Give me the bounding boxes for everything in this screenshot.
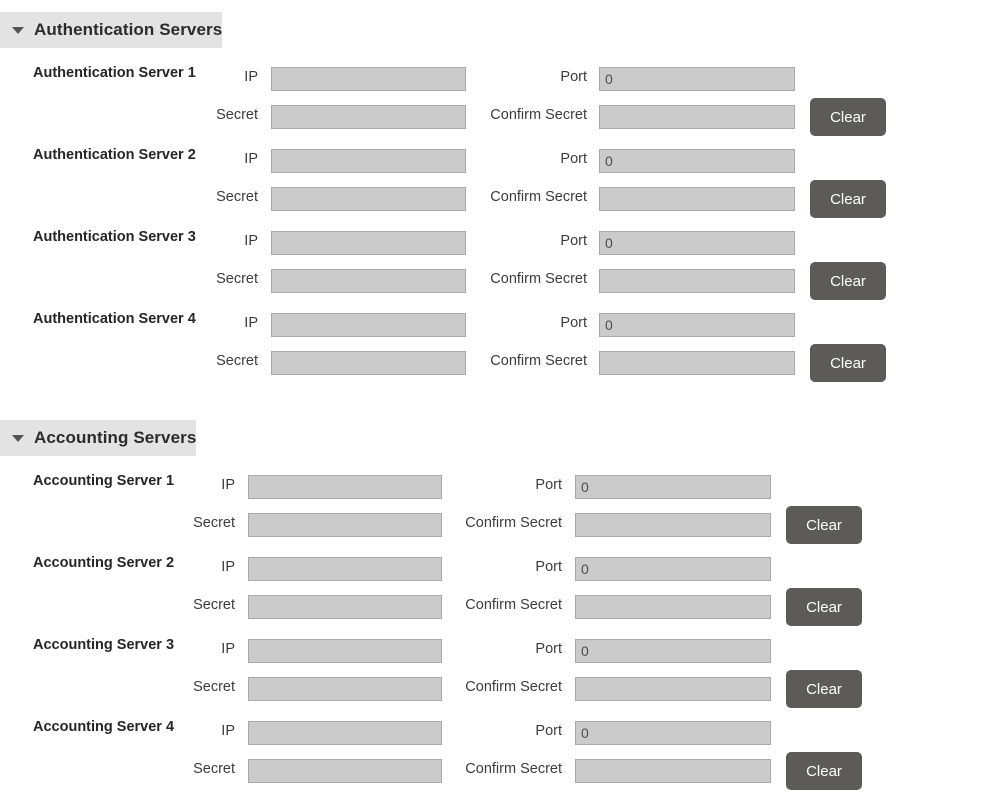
port-label: Port [0,641,562,657]
clear-button[interactable]: Clear [786,506,862,544]
confirm-secret-input[interactable] [575,759,771,783]
port-label: Port [0,723,562,739]
port-input[interactable] [599,231,795,255]
clear-button[interactable]: Clear [810,98,886,136]
confirm-secret-label: Confirm Secret [0,679,562,695]
port-input[interactable] [575,639,771,663]
confirm-secret-input[interactable] [575,595,771,619]
confirm-secret-input[interactable] [599,269,795,293]
confirm-secret-label: Confirm Secret [0,761,562,777]
confirm-secret-input[interactable] [599,351,795,375]
port-input[interactable] [599,67,795,91]
clear-button[interactable]: Clear [810,180,886,218]
confirm-secret-label: Confirm Secret [0,515,562,531]
port-label: Port [0,233,587,249]
port-input[interactable] [599,149,795,173]
port-input[interactable] [575,557,771,581]
confirm-secret-label: Confirm Secret [0,597,562,613]
port-label: Port [0,477,562,493]
section-title: Accounting Servers [34,428,196,448]
port-input[interactable] [599,313,795,337]
port-label: Port [0,69,587,85]
confirm-secret-label: Confirm Secret [0,107,587,123]
section-header-accounting-servers[interactable]: Accounting Servers [0,420,196,456]
confirm-secret-input[interactable] [599,187,795,211]
port-label: Port [0,151,587,167]
confirm-secret-label: Confirm Secret [0,353,587,369]
caret-down-icon[interactable] [12,435,24,442]
section-header-authentication-servers[interactable]: Authentication Servers [0,12,222,48]
confirm-secret-input[interactable] [599,105,795,129]
radius-servers-settings-page: Authentication ServersAuthentication Ser… [0,0,998,805]
port-label: Port [0,559,562,575]
port-label: Port [0,315,587,331]
confirm-secret-input[interactable] [575,677,771,701]
clear-button[interactable]: Clear [786,588,862,626]
port-input[interactable] [575,721,771,745]
clear-button[interactable]: Clear [810,344,886,382]
confirm-secret-label: Confirm Secret [0,189,587,205]
caret-down-icon[interactable] [12,27,24,34]
port-input[interactable] [575,475,771,499]
clear-button[interactable]: Clear [810,262,886,300]
confirm-secret-input[interactable] [575,513,771,537]
clear-button[interactable]: Clear [786,752,862,790]
confirm-secret-label: Confirm Secret [0,271,587,287]
section-title: Authentication Servers [34,20,222,40]
clear-button[interactable]: Clear [786,670,862,708]
